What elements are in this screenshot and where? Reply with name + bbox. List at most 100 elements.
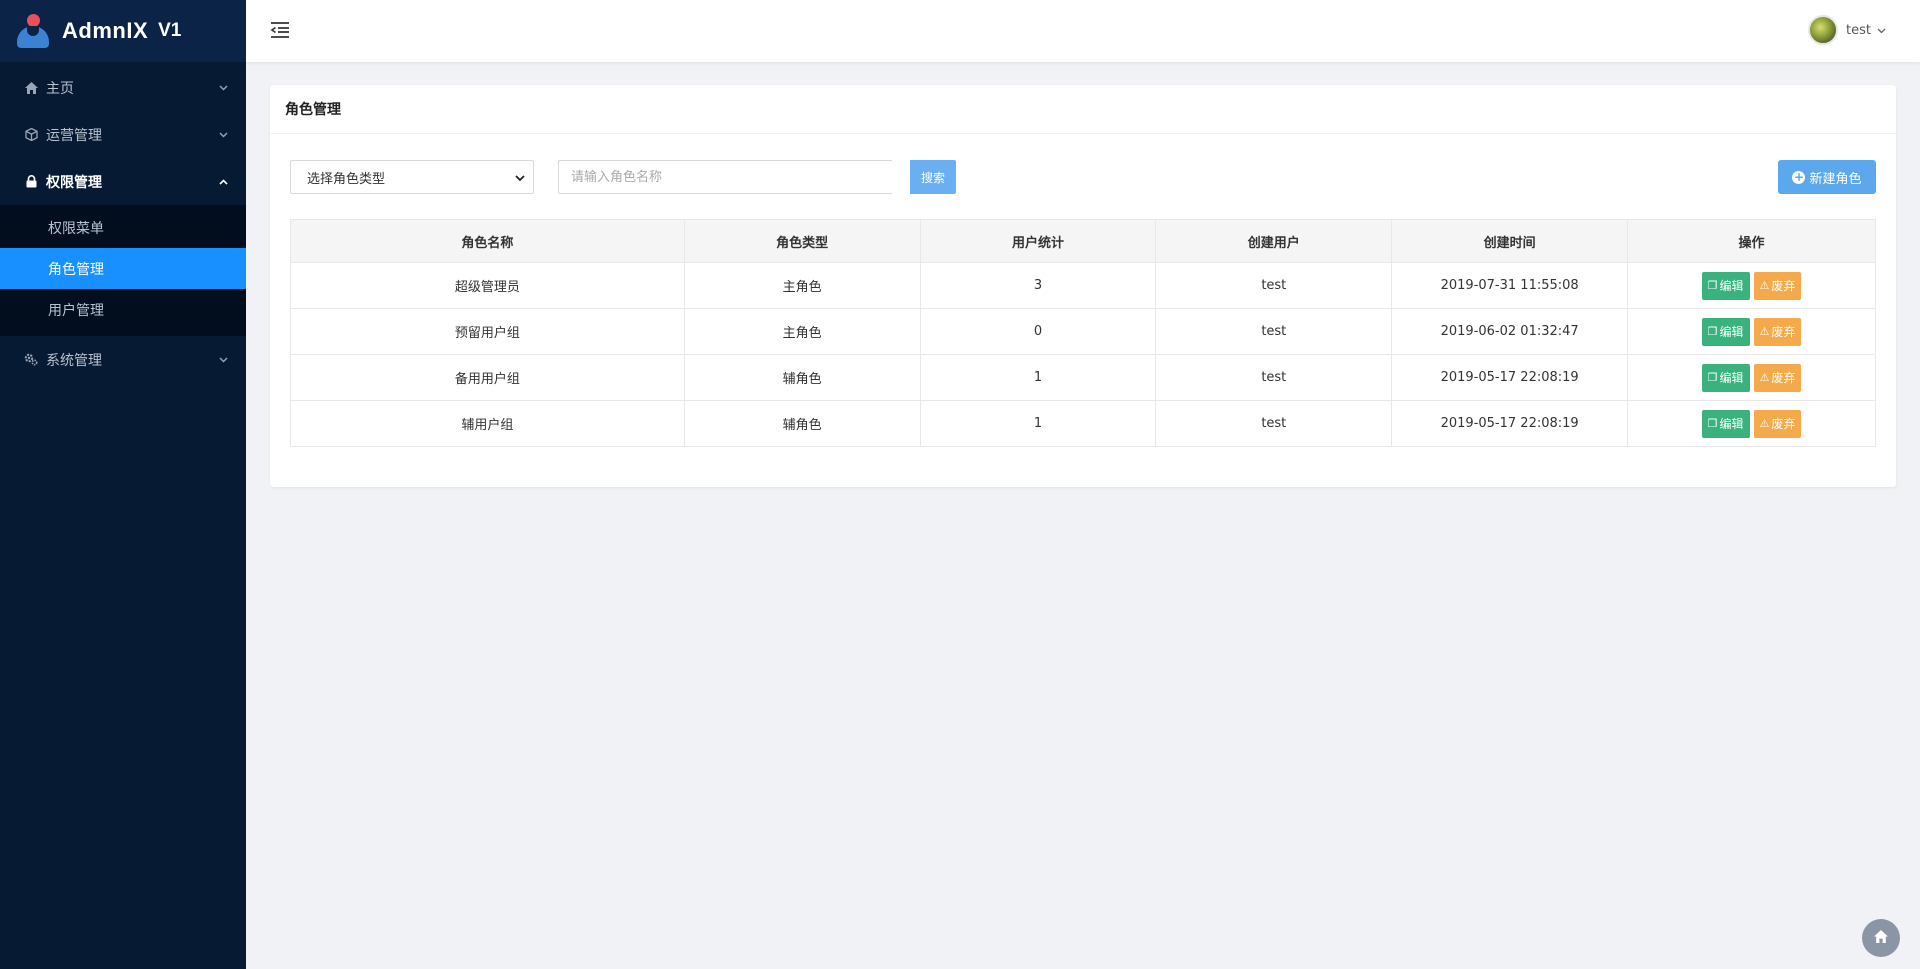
toolbar: 选择角色类型 搜索 + 新建角色 [290,160,1876,194]
role-type-select[interactable]: 选择角色类型 [290,160,534,194]
copy-icon: ❐ [1707,325,1718,338]
logo-icon [16,14,50,48]
edit-button[interactable]: ❐ 编辑 [1701,363,1750,392]
search-button[interactable]: 搜索 [910,160,956,194]
sidebar: AdmnIX V1 主页 运营管理 权限管理 权限菜单 角色管理 用户管理 系统… [0,0,246,969]
menu-toggle-icon[interactable] [270,21,290,39]
edit-label: 编辑 [1719,371,1744,385]
column-header: 操作 [1627,219,1876,263]
gears-icon [24,353,38,367]
edit-label: 编辑 [1719,325,1744,339]
new-role-label: 新建角色 [1809,171,1862,187]
created-time-cell: 2019-05-17 22:08:19 [1391,354,1629,401]
created-time-cell: 2019-07-31 11:55:08 [1391,262,1629,309]
floating-home-button[interactable] [1862,919,1900,957]
edit-button[interactable]: ❐ 编辑 [1701,409,1750,438]
sidebar-item-label: 运营管理 [46,127,102,144]
discard-button[interactable]: ⚠ 废弃 [1753,271,1802,300]
sidebar-item-permissions[interactable]: 权限管理 [0,158,246,205]
sidebar-item-label: 权限管理 [46,174,102,191]
sidebar-subitem-role-management[interactable]: 角色管理 [0,248,246,289]
brand[interactable]: AdmnIX V1 [0,0,246,62]
copy-icon: ❐ [1707,279,1718,292]
chevron-down-icon [218,355,228,365]
role-type-cell: 辅角色 [683,354,921,401]
sidebar-menu: 主页 运营管理 权限管理 [0,64,246,205]
username: test [1846,22,1871,38]
sidebar-subitem-user-management[interactable]: 用户管理 [0,289,246,330]
table-row: 备用用户组 辅角色 1 test 2019-05-17 22:08:19 ❐ 编辑… [290,354,1876,401]
edit-button[interactable]: ❐ 编辑 [1701,317,1750,346]
roles-table: 角色名称 角色类型 用户统计 创建用户 创建时间 操作 超级管理员 主角色 3 … [290,219,1876,447]
column-header: 用户统计 [919,219,1157,263]
chevron-down-icon [218,130,228,140]
lock-icon [24,175,38,189]
home-icon [1874,929,1888,947]
created-time-cell: 2019-06-02 01:32:47 [1391,308,1629,355]
warning-icon: ⚠ [1759,325,1770,338]
role-type-cell: 主角色 [683,262,921,309]
actions-cell: ❐ 编辑 ⚠ 废弃 [1627,354,1876,401]
cube-icon [24,128,38,142]
discard-button[interactable]: ⚠ 废弃 [1753,363,1802,392]
role-name-cell: 备用用户组 [290,354,685,401]
column-header: 创建时间 [1391,219,1629,263]
warning-icon: ⚠ [1759,417,1770,430]
role-name-search-input[interactable] [558,160,892,194]
user-count-cell: 3 [919,262,1157,309]
card-title: 角色管理 [270,85,1896,134]
discard-label: 废弃 [1771,279,1796,293]
role-type-cell: 主角色 [683,308,921,355]
brand-version: V1 [158,20,182,41]
role-type-cell: 辅角色 [683,400,921,447]
sidebar-item-home[interactable]: 主页 [0,64,246,111]
sidebar-item-system[interactable]: 系统管理 [0,336,246,383]
sidebar-menu-lower: 系统管理 [0,336,246,383]
creator-cell: test [1155,354,1393,401]
table-row: 辅用户组 辅角色 1 test 2019-05-17 22:08:19 ❐ 编辑 … [290,400,1876,447]
discard-label: 废弃 [1771,325,1796,339]
role-name-cell: 预留用户组 [290,308,685,355]
discard-label: 废弃 [1771,371,1796,385]
role-management-card: 角色管理 选择角色类型 搜索 + 新建角色 角色名称 角色类型 用户统计 创建用… [270,85,1896,487]
creator-cell: test [1155,400,1393,447]
table-row: 超级管理员 主角色 3 test 2019-07-31 11:55:08 ❐ 编辑… [290,262,1876,309]
new-role-button[interactable]: + 新建角色 [1778,160,1876,194]
actions-cell: ❐ 编辑 ⚠ 废弃 [1627,308,1876,355]
copy-icon: ❐ [1707,417,1718,430]
warning-icon: ⚠ [1759,279,1770,292]
copy-icon: ❐ [1707,371,1718,384]
edit-label: 编辑 [1719,279,1744,293]
sidebar-item-label: 主页 [46,80,74,97]
column-header: 角色类型 [683,219,921,263]
avatar [1808,15,1839,45]
user-count-cell: 1 [919,400,1157,447]
actions-cell: ❐ 编辑 ⚠ 废弃 [1627,262,1876,309]
warning-icon: ⚠ [1759,371,1770,384]
actions-cell: ❐ 编辑 ⚠ 废弃 [1627,400,1876,447]
user-menu[interactable]: test [1808,15,1886,45]
creator-cell: test [1155,308,1393,355]
select-value: 选择角色类型 [307,171,386,187]
created-time-cell: 2019-05-17 22:08:19 [1391,400,1629,447]
chevron-up-icon [218,177,228,187]
home-icon [24,81,38,95]
creator-cell: test [1155,262,1393,309]
permissions-submenu: 权限菜单 角色管理 用户管理 [0,205,246,336]
chevron-down-icon [515,172,525,187]
sidebar-item-operations[interactable]: 运营管理 [0,111,246,158]
discard-label: 废弃 [1771,417,1796,431]
role-name-cell: 超级管理员 [290,262,685,309]
table-header-row: 角色名称 角色类型 用户统计 创建用户 创建时间 操作 [290,219,1876,263]
discard-button[interactable]: ⚠ 废弃 [1753,317,1802,346]
edit-button[interactable]: ❐ 编辑 [1701,271,1750,300]
sidebar-subitem-permission-menu[interactable]: 权限菜单 [0,207,246,248]
user-count-cell: 1 [919,354,1157,401]
sidebar-item-label: 系统管理 [46,352,102,369]
top-header: test [246,0,1920,62]
column-header: 角色名称 [290,219,685,263]
chevron-down-icon [1877,22,1886,38]
discard-button[interactable]: ⚠ 废弃 [1753,409,1802,438]
brand-name: AdmnIX [62,18,149,43]
user-count-cell: 0 [919,308,1157,355]
